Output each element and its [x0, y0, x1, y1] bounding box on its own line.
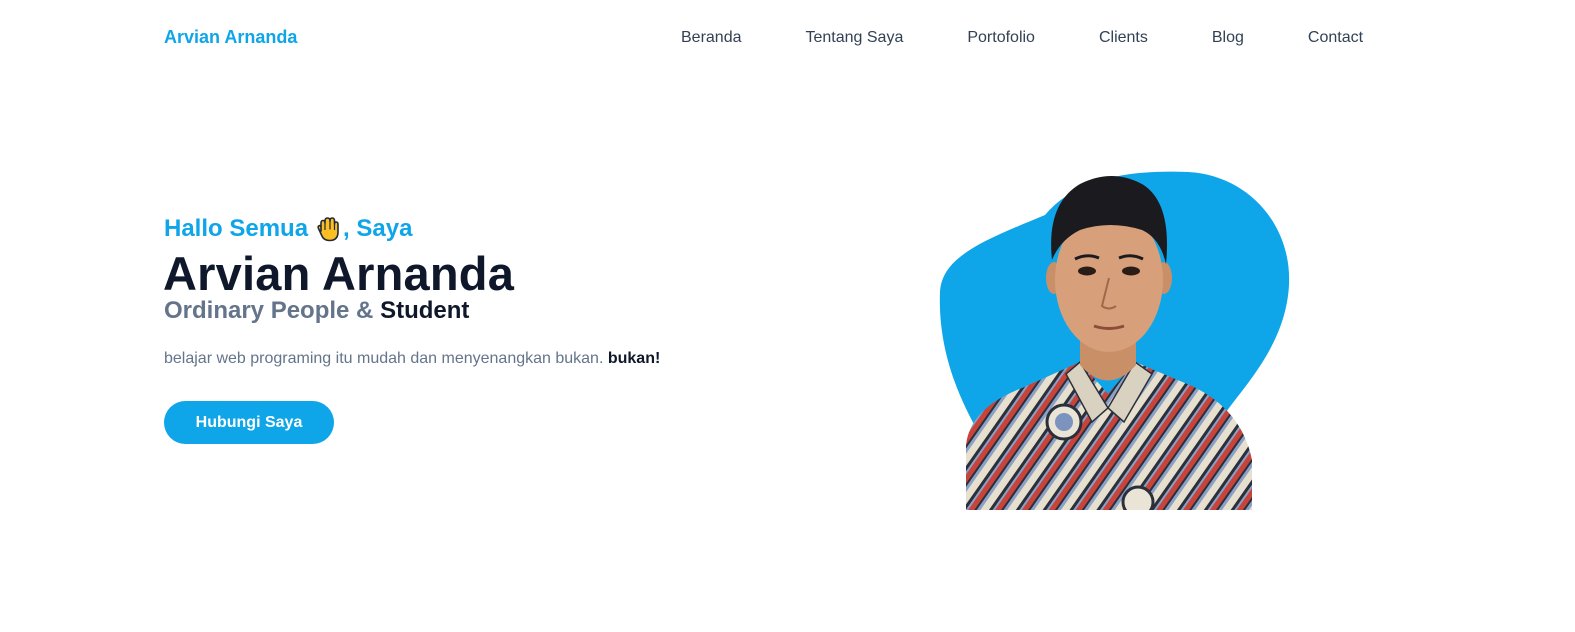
subtitle-prefix: Ordinary People &: [164, 297, 381, 324]
nav-link-contact[interactable]: Contact: [1308, 29, 1363, 46]
navbar: Arvian Arnanda Beranda Tentang Saya Port…: [0, 0, 1575, 78]
description-emphasis: bukan!: [607, 350, 661, 367]
hero-description: belajar web programing itu mudah dan men…: [164, 350, 660, 368]
nav-item-clients: Clients: [1099, 29, 1148, 47]
subtitle-role: Student: [380, 297, 470, 324]
nav-link-clients[interactable]: Clients: [1099, 29, 1148, 46]
description-text: belajar web programing itu mudah dan men…: [164, 350, 608, 367]
greeting-prefix: Hallo Semua: [164, 215, 309, 242]
hero-name: Arvian Arnanda: [163, 247, 515, 300]
hero-subtitle: Ordinary People & Student: [164, 297, 469, 325]
nav-menu: Beranda Tentang Saya Portofolio Clients …: [681, 29, 1363, 47]
contact-me-button[interactable]: Hubungi Saya: [164, 401, 334, 444]
nav-link-blog[interactable]: Blog: [1212, 29, 1244, 46]
brand-logo[interactable]: Arvian Arnanda: [164, 27, 297, 48]
nav-link-tentang-saya[interactable]: Tentang Saya: [806, 29, 904, 46]
nav-item-blog: Blog: [1212, 29, 1244, 47]
hero-figure: [930, 160, 1310, 512]
nav-link-portofolio[interactable]: Portofolio: [967, 29, 1035, 46]
greeting-suffix: , Saya: [343, 215, 413, 242]
nav-item-contact: Contact: [1308, 29, 1363, 47]
nav-item-portofolio: Portofolio: [967, 29, 1035, 47]
nav-item-beranda: Beranda: [681, 29, 742, 47]
nav-link-beranda[interactable]: Beranda: [681, 29, 742, 46]
waving-hand-icon: [315, 215, 341, 243]
nav-item-tentang-saya: Tentang Saya: [806, 29, 904, 47]
hero-greeting: Hallo Semua , Saya: [164, 215, 412, 243]
